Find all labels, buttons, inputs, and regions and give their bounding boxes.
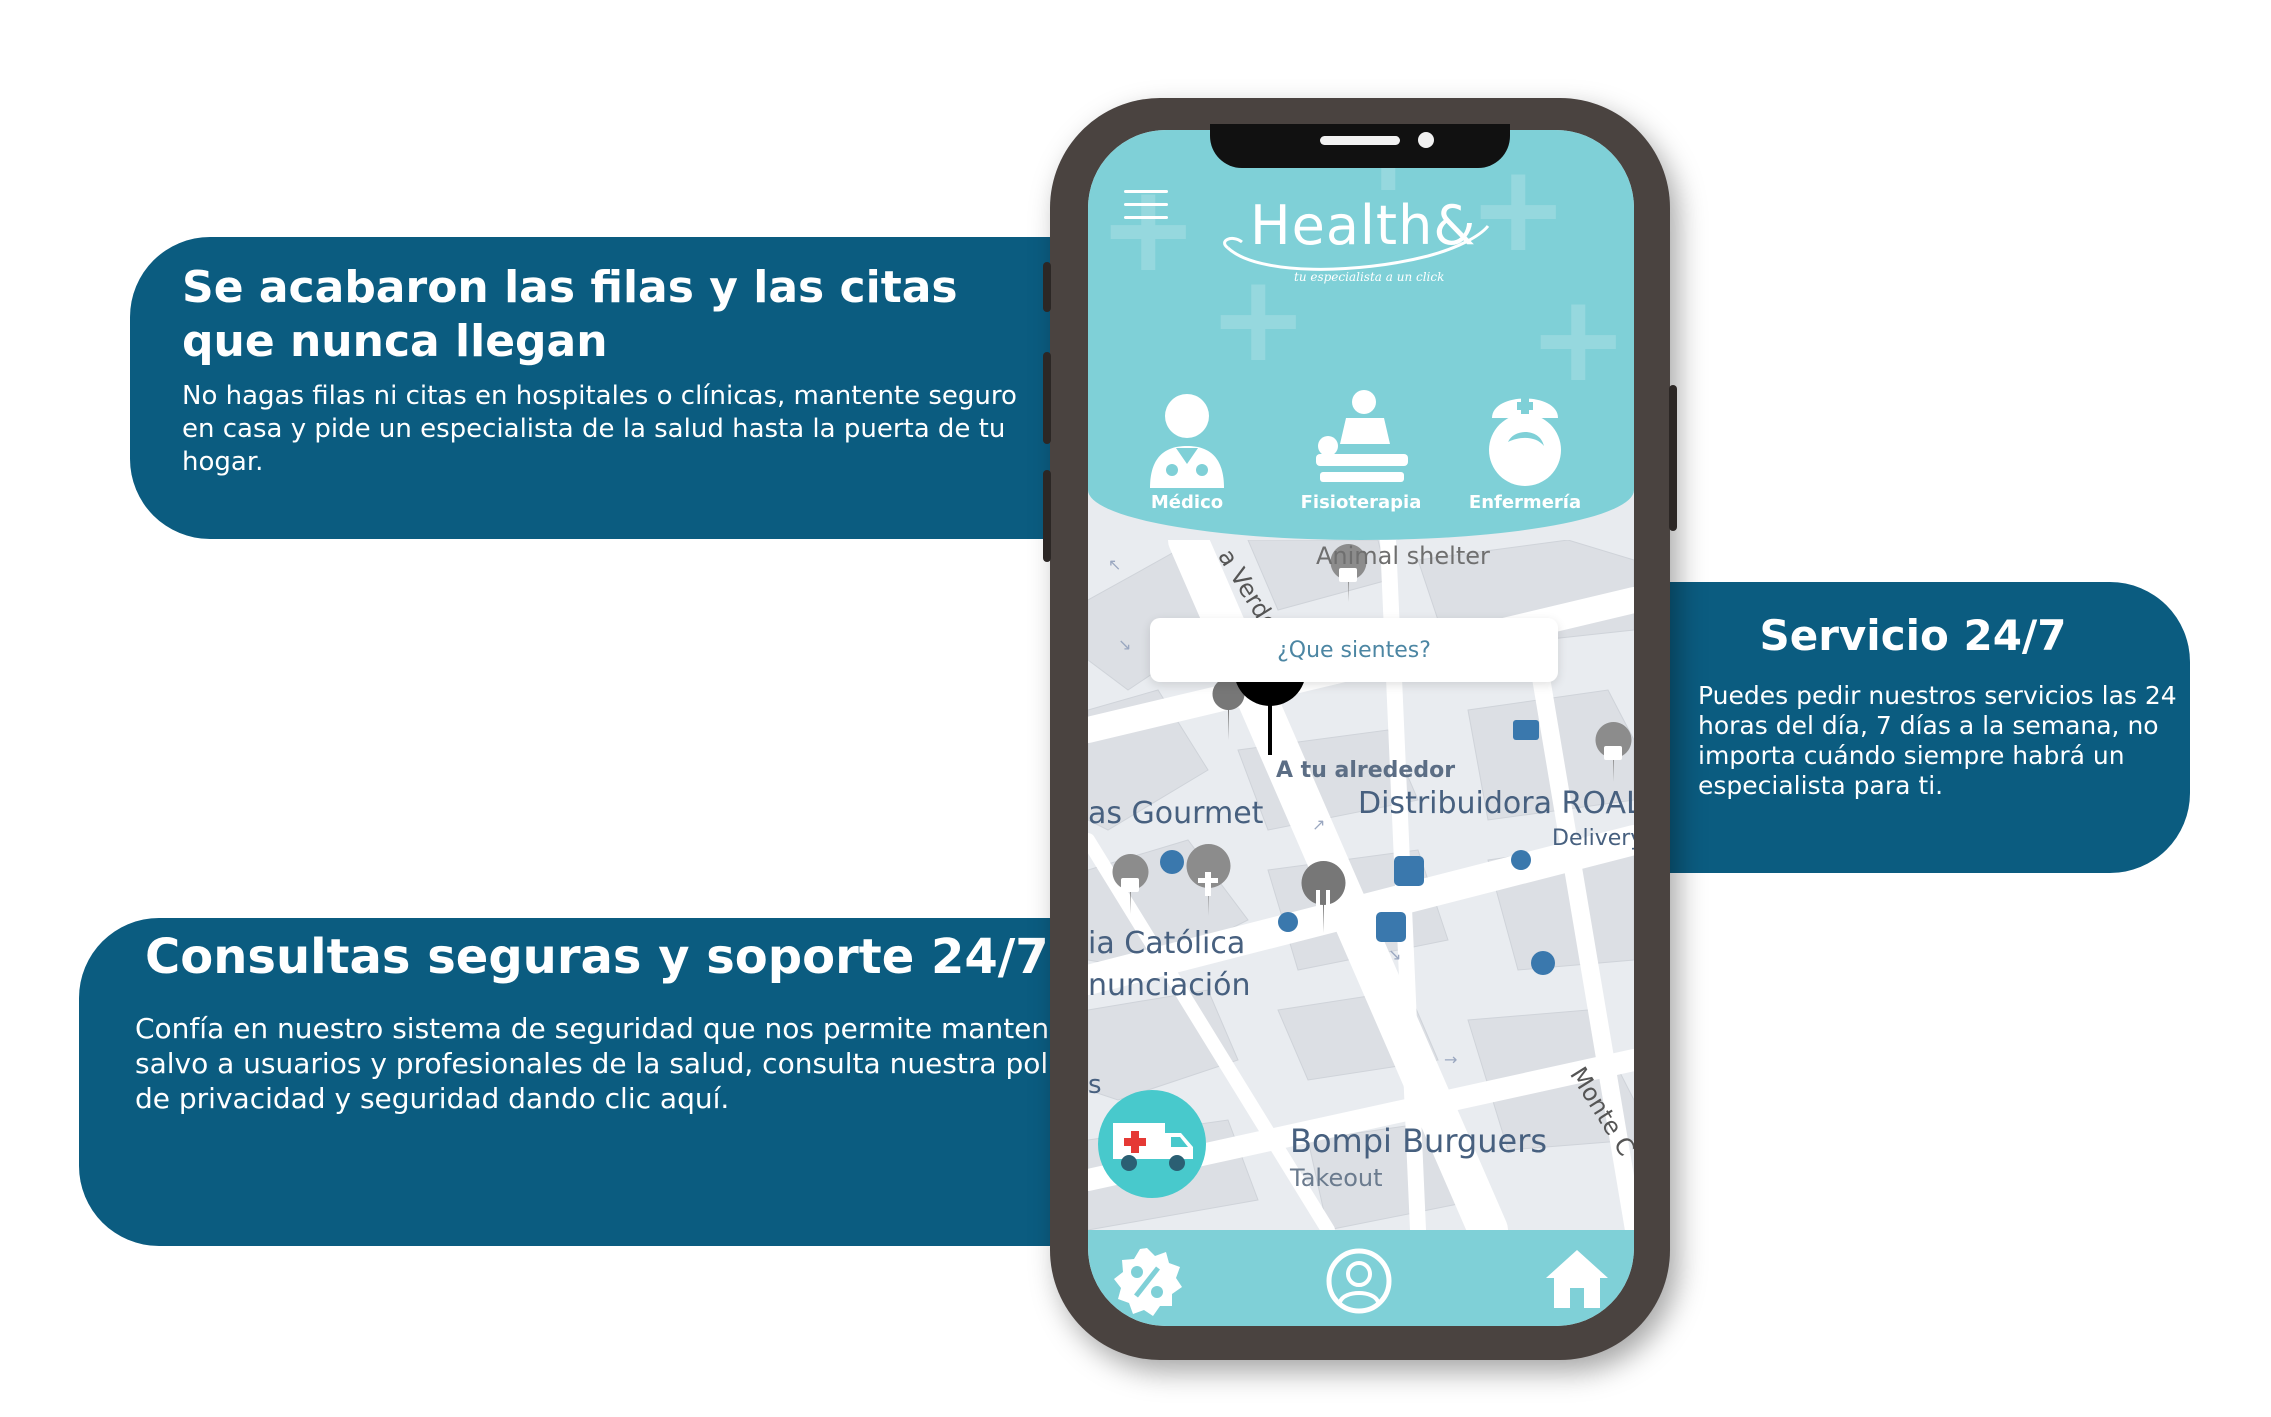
nurse-icon — [1489, 398, 1561, 486]
svg-text:↘: ↘ — [1388, 945, 1401, 964]
bus-stop-icon[interactable] — [1376, 912, 1406, 942]
phone-speaker — [1320, 136, 1400, 145]
hamburger-menu-icon[interactable] — [1124, 190, 1168, 224]
service-label: Fisioterapia — [1300, 492, 1422, 513]
map-label: Takeout — [1290, 1164, 1383, 1192]
service-enfermeria-button[interactable]: Enfermería — [1450, 378, 1600, 513]
doctor-icon — [1150, 394, 1224, 488]
service-medico-button[interactable]: Médico — [1112, 378, 1262, 513]
profile-icon[interactable] — [1324, 1246, 1394, 1320]
feature-title: Servicio 24/7 — [1759, 611, 2067, 660]
cross-decoration: + — [1098, 160, 1199, 299]
search-placeholder: ¿Que sientes? — [1277, 637, 1431, 663]
service-fisioterapia-button[interactable]: Fisioterapia — [1286, 378, 1436, 513]
feature-body: Puedes pedir nuestros servicios las 24 h… — [1698, 681, 2177, 801]
phone-notch — [1210, 124, 1510, 168]
map-label: A tu alrededor — [1276, 758, 1456, 783]
feature-card-secure-consults[interactable]: Consultas seguras y soporte 24/7 Confía … — [79, 918, 1107, 1246]
feature-body[interactable]: Confía en nuestro sistema de seguridad q… — [135, 1011, 1115, 1116]
map-label: ia Católica — [1088, 926, 1246, 961]
doctor-marker-icon[interactable] — [1278, 912, 1298, 932]
doctor-marker-icon[interactable] — [1511, 850, 1531, 870]
phone-volume-down — [1043, 470, 1051, 562]
discount-icon[interactable] — [1112, 1246, 1182, 1320]
feature-card-no-lines: Se acabaron las filas y las citas que nu… — [130, 237, 1090, 539]
phone-power-button — [1669, 385, 1677, 531]
svg-text:↘: ↘ — [1118, 635, 1131, 654]
physiotherapy-icon — [1316, 390, 1408, 482]
ambulance-icon — [1113, 1123, 1193, 1171]
phone-volume-up — [1043, 352, 1051, 444]
doctor-marker-icon[interactable] — [1531, 951, 1555, 975]
feature-title: Consultas seguras y soporte 24/7 — [145, 929, 1049, 985]
phone-camera — [1418, 132, 1434, 148]
bus-stop-icon[interactable] — [1394, 856, 1424, 886]
map-label: Delivery — [1552, 826, 1634, 851]
svg-text:→: → — [1444, 1050, 1457, 1069]
svg-text:↖: ↖ — [1108, 555, 1121, 574]
app-logo: Health& tu especialista a un click — [1218, 186, 1508, 284]
map-label: s — [1088, 1070, 1102, 1100]
physio-marker-icon[interactable] — [1513, 720, 1539, 740]
feature-body: No hagas filas ni citas en hospitales o … — [182, 381, 1017, 478]
feature-title: Se acabaron las filas y las citas que nu… — [182, 262, 958, 367]
logo-text: Health& — [1250, 194, 1477, 257]
symptom-search-input[interactable]: ¿Que sientes? — [1150, 618, 1558, 682]
logo-tagline: tu especialista a un click — [1294, 270, 1445, 284]
map-label: Animal shelter — [1316, 542, 1490, 570]
doctor-marker-icon[interactable] — [1160, 850, 1184, 874]
map-label: Bompi Burguers — [1290, 1122, 1548, 1160]
map-label: Distribuidora ROAL — [1358, 786, 1634, 821]
bottom-navigation — [1088, 1230, 1634, 1326]
home-icon[interactable] — [1544, 1246, 1610, 1316]
map-label: as Gourmet — [1088, 796, 1264, 831]
service-label: Médico — [1150, 492, 1224, 513]
app-header: + + + + + Health& tu especialista a un c… — [1088, 130, 1634, 540]
svg-text:↗: ↗ — [1312, 815, 1325, 834]
ambulance-button[interactable] — [1098, 1090, 1206, 1198]
map-label: nunciación — [1088, 968, 1251, 1003]
feature-card-service-247: Servicio 24/7 Puedes pedir nuestros serv… — [1650, 582, 2190, 873]
phone-screen: ↖ ↘ ↗ ↘ → Animal shelter a Verde A tu al… — [1088, 130, 1634, 1326]
service-label: Enfermería — [1468, 492, 1582, 513]
phone-mute-switch — [1043, 262, 1051, 312]
